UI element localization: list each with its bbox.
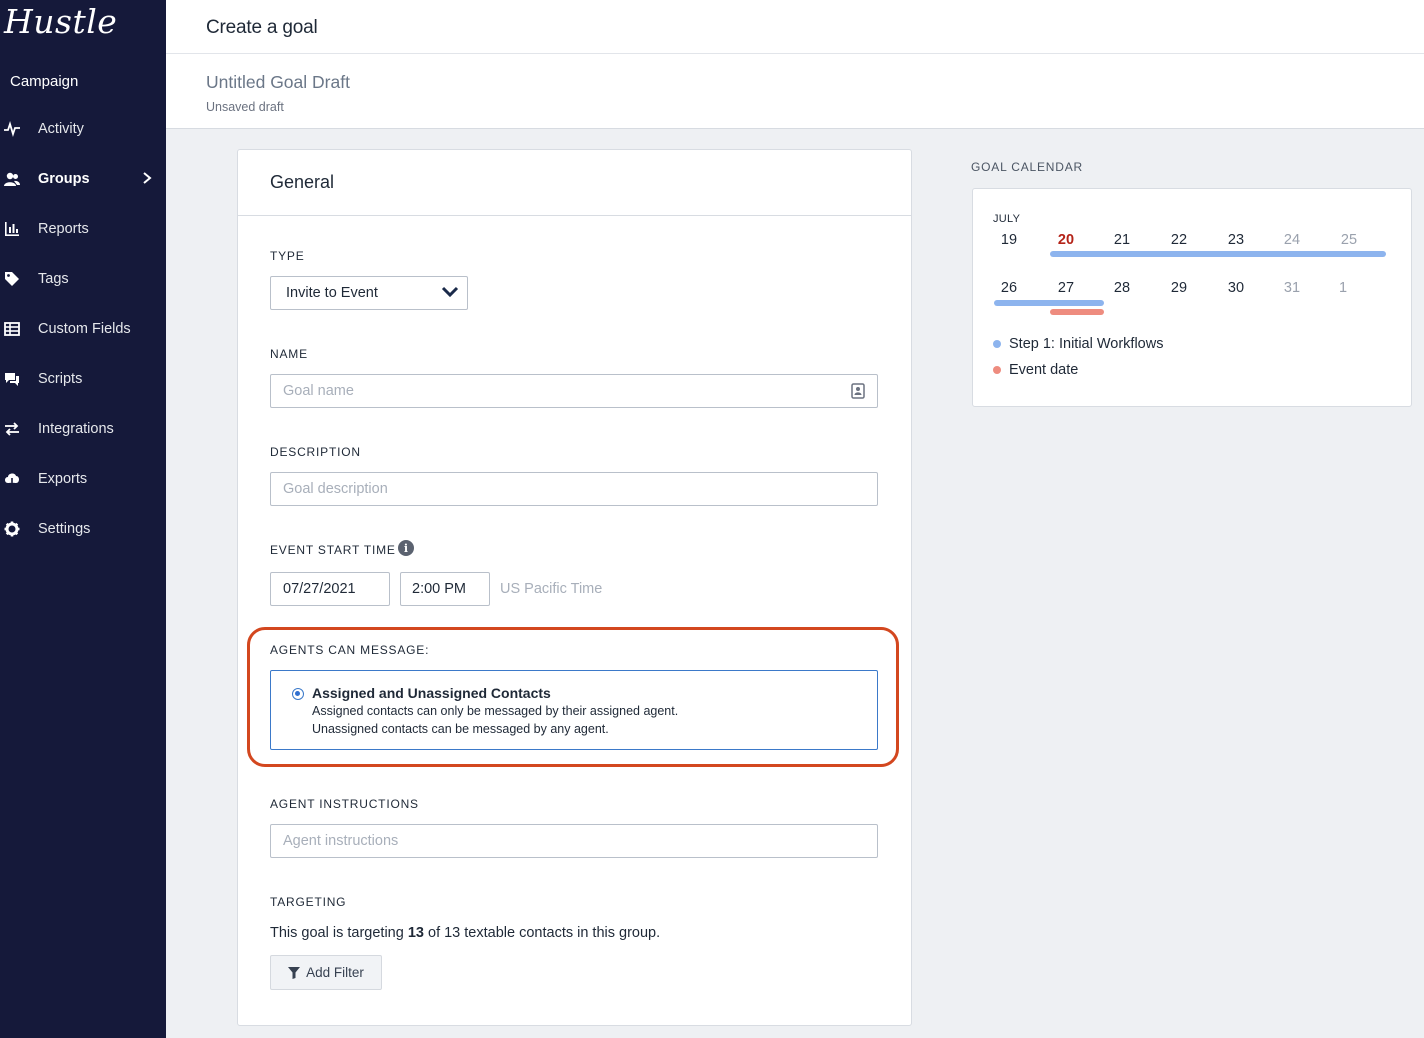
- sidebar-item-exports[interactable]: Exports: [0, 464, 166, 494]
- radio-selected-icon[interactable]: [292, 688, 304, 700]
- sidebar-item-label: Reports: [38, 221, 89, 237]
- agent-instructions-label: AGENT INSTRUCTIONS: [270, 797, 419, 811]
- reports-icon: [0, 221, 38, 237]
- page-title: Create a goal: [206, 17, 318, 38]
- targeting-label: TARGETING: [270, 895, 347, 909]
- agents-can-message-label: AGENTS CAN MESSAGE:: [270, 643, 430, 657]
- targeting-summary: This goal is targeting 13 of 13 textable…: [270, 925, 660, 941]
- event-date-input[interactable]: 07/27/2021: [270, 572, 390, 606]
- legend-item-workflows: Step 1: Initial Workflows: [993, 336, 1163, 352]
- exports-icon: [0, 471, 38, 487]
- chevron-down-icon: [441, 286, 459, 298]
- groups-icon: [0, 171, 38, 187]
- calendar-day[interactable]: 30: [1216, 280, 1256, 296]
- calendar-day[interactable]: 22: [1159, 232, 1199, 248]
- option-description-line-2: Unassigned contacts can be messaged by a…: [312, 722, 609, 736]
- event-start-label: EVENT START TIME: [270, 543, 396, 557]
- calendar-day-weekend[interactable]: 24: [1272, 232, 1312, 248]
- message-option-assigned-unassigned[interactable]: Assigned and Unassigned Contacts Assigne…: [270, 670, 878, 750]
- goal-calendar-label: GOAL CALENDAR: [971, 160, 1083, 174]
- event-time-input[interactable]: 2:00 PM: [400, 572, 490, 606]
- option-title: Assigned and Unassigned Contacts: [312, 685, 551, 701]
- calendar-day[interactable]: 21: [1102, 232, 1142, 248]
- calendar-day[interactable]: 23: [1216, 232, 1256, 248]
- calendar-day-next-month[interactable]: 1: [1323, 280, 1363, 296]
- sidebar-item-label: Settings: [38, 521, 91, 537]
- sidebar: Hustle Campaign Activity Groups Reports …: [0, 0, 166, 1038]
- workflow-step-bar: [994, 300, 1104, 306]
- calendar-day-weekend[interactable]: 25: [1329, 232, 1369, 248]
- info-icon[interactable]: i: [398, 540, 414, 556]
- goal-name-input[interactable]: Goal name: [270, 374, 878, 408]
- sidebar-item-tags[interactable]: Tags: [0, 264, 166, 294]
- calendar-day-weekend[interactable]: 31: [1272, 280, 1312, 296]
- sidebar-section-title[interactable]: Campaign: [10, 73, 78, 90]
- calendar-day[interactable]: 19: [989, 232, 1029, 248]
- agent-instructions-input[interactable]: Agent instructions: [270, 824, 878, 858]
- app-logo[interactable]: Hustle: [4, 2, 117, 41]
- legend-dot-icon: [993, 366, 1001, 374]
- option-description-line-1: Assigned contacts can only be messaged b…: [312, 704, 679, 718]
- add-filter-button[interactable]: Add Filter: [270, 955, 382, 990]
- sidebar-item-integrations[interactable]: Integrations: [0, 414, 166, 444]
- workflow-step-bar: [1050, 251, 1386, 257]
- card-header: General: [238, 150, 911, 216]
- sidebar-item-label: Integrations: [38, 421, 114, 437]
- targeting-count: 13: [407, 925, 424, 941]
- add-filter-label: Add Filter: [306, 965, 364, 980]
- activity-icon: [0, 121, 38, 137]
- agent-instructions-placeholder: Agent instructions: [283, 833, 399, 849]
- draft-header: Untitled Goal Draft Unsaved draft: [166, 54, 1424, 129]
- type-select[interactable]: Invite to Event: [270, 276, 468, 310]
- targeting-suffix: of 13 textable contacts in this group.: [428, 925, 661, 941]
- sidebar-item-groups[interactable]: Groups: [0, 164, 166, 194]
- filter-icon: [288, 966, 301, 979]
- scripts-icon: [0, 371, 38, 387]
- legend-dot-icon: [993, 340, 1001, 348]
- type-label: TYPE: [270, 249, 305, 263]
- event-date-value: 07/27/2021: [283, 581, 356, 597]
- sidebar-item-label: Groups: [38, 171, 90, 187]
- calendar-day-today[interactable]: 20: [1046, 232, 1086, 248]
- type-select-value: Invite to Event: [286, 285, 378, 301]
- targeting-prefix: This goal is targeting: [270, 925, 404, 941]
- sidebar-item-settings[interactable]: Settings: [0, 514, 166, 544]
- sidebar-item-activity[interactable]: Activity: [0, 114, 166, 144]
- calendar-day[interactable]: 29: [1159, 280, 1199, 296]
- sidebar-item-label: Scripts: [38, 371, 83, 387]
- event-time-value: 2:00 PM: [412, 581, 466, 597]
- sidebar-item-label: Custom Fields: [38, 321, 131, 337]
- chevron-right-icon: [143, 172, 152, 184]
- goal-name-placeholder: Goal name: [283, 383, 354, 399]
- page-header: Create a goal: [166, 0, 1424, 54]
- sidebar-item-custom-fields[interactable]: Custom Fields: [0, 314, 166, 344]
- calendar-day-event[interactable]: 27: [1046, 280, 1086, 296]
- calendar-day[interactable]: 28: [1102, 280, 1142, 296]
- timezone-text: US Pacific Time: [500, 581, 603, 597]
- sidebar-item-label: Exports: [38, 471, 88, 487]
- draft-status: Unsaved draft: [206, 100, 284, 114]
- custom-fields-icon: [0, 321, 38, 337]
- event-date-bar: [1050, 309, 1104, 315]
- draft-title[interactable]: Untitled Goal Draft: [206, 72, 350, 93]
- legend-label: Step 1: Initial Workflows: [1009, 336, 1164, 352]
- tag-icon: [0, 271, 38, 287]
- sidebar-item-reports[interactable]: Reports: [0, 214, 166, 244]
- integrations-icon: [0, 421, 38, 437]
- calendar-month: JULY: [993, 213, 1021, 225]
- description-label: DESCRIPTION: [270, 445, 361, 459]
- sidebar-item-label: Tags: [38, 271, 69, 287]
- name-label: NAME: [270, 347, 308, 361]
- sidebar-item-label: Activity: [38, 121, 84, 137]
- gear-icon: [0, 521, 38, 537]
- legend-item-event-date: Event date: [993, 362, 1078, 378]
- card-title: General: [270, 172, 335, 192]
- goal-description-input[interactable]: Goal description: [270, 472, 878, 506]
- contact-card-icon: [851, 383, 865, 399]
- legend-label: Event date: [1009, 362, 1079, 378]
- calendar-day[interactable]: 26: [989, 280, 1029, 296]
- sidebar-item-scripts[interactable]: Scripts: [0, 364, 166, 394]
- goal-description-placeholder: Goal description: [283, 481, 388, 497]
